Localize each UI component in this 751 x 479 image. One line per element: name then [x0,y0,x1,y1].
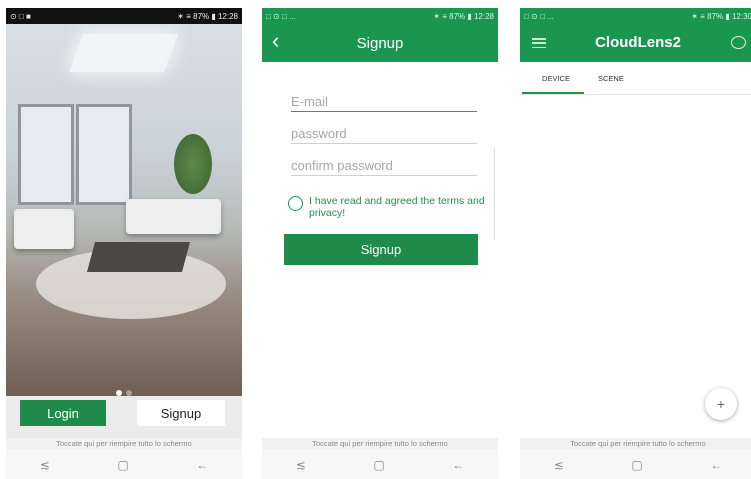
status-left: ⊙ □ ■ [10,11,31,21]
confirm-password-field[interactable] [291,156,477,176]
login-button[interactable]: Login [20,400,106,426]
tab-scene[interactable]: SCENE [598,74,624,83]
add-device-button[interactable]: + [705,388,737,420]
signup-submit-button[interactable]: Signup [284,234,478,265]
email-field[interactable] [291,92,477,112]
system-nav-bar: ≲ ▢ ← [262,451,498,479]
back-icon[interactable]: ← [452,458,464,472]
coffee-table [86,242,191,272]
status-bar: ⊙ □ ■ ✶ ≡ 87% ▮ 12:28 [6,8,242,24]
status-right: ✶ ≡ 87% ▮ 12:30 [691,11,751,21]
home-icon[interactable]: ▢ [373,458,384,472]
back-icon[interactable]: ← [196,458,208,472]
terms-agreement: I have read and agreed the terms and pri… [288,195,488,219]
tab-bar: DEVICE SCENE [520,62,751,95]
app-title: CloudLens2 [595,34,681,51]
status-bar: □ ⊙ □ ... ✶ ≡ 87% ▮ 12:30 [520,8,751,24]
signup-button[interactable]: Signup [137,400,225,426]
tab-device[interactable]: DEVICE [530,74,582,83]
home-icon[interactable]: ▢ [631,458,642,472]
system-nav-bar: ≲ ▢ ← [6,451,242,479]
status-left: □ ⊙ □ ... [266,11,296,21]
ceiling-light [69,34,178,72]
window [18,104,74,205]
system-nav-bar: ≲ ▢ ← [520,451,751,479]
sofa [14,209,74,249]
signup-header: ‹ Signup [262,24,498,62]
fullscreen-hint[interactable]: Toccate qui per riempire tutto lo scherm… [6,438,242,450]
recent-apps-icon[interactable]: ≲ [40,458,50,472]
recent-apps-icon[interactable]: ≲ [296,458,306,472]
recent-apps-icon[interactable]: ≲ [554,458,564,472]
sofa [126,199,221,234]
app-header: CloudLens2 [520,24,751,62]
back-icon[interactable]: ← [710,458,722,472]
password-field[interactable] [291,124,477,144]
window [76,104,132,205]
living-room-photo [6,24,242,396]
status-right: ✶ ≡ 87% ▮ 12:28 [177,11,238,21]
terms-radio[interactable] [288,196,303,211]
page-title: Signup [356,35,404,52]
status-right: ✶ ≡ 87% ▮ 12:28 [433,11,494,21]
device-list-screen: □ ⊙ □ ... ✶ ≡ 87% ▮ 12:30 CloudLens2 DEV… [520,8,751,479]
chat-icon[interactable] [731,36,746,49]
fullscreen-hint[interactable]: Toccate qui per riempire tutto lo scherm… [520,438,751,450]
terms-label[interactable]: I have read and agreed the terms and pri… [309,195,488,219]
plant [174,134,212,194]
signup-screen: □ ⊙ □ ... ✶ ≡ 87% ▮ 12:28 ‹ Signup I hav… [262,8,498,479]
fullscreen-hint[interactable]: Toccate qui per riempire tutto lo scherm… [262,438,498,450]
status-bar: □ ⊙ □ ... ✶ ≡ 87% ▮ 12:28 [262,8,498,24]
status-left: □ ⊙ □ ... [524,11,554,21]
scrollbar[interactable] [494,148,495,240]
active-tab-indicator [522,92,584,94]
home-icon[interactable]: ▢ [117,458,128,472]
welcome-screen: ⊙ □ ■ ✶ ≡ 87% ▮ 12:28 Login Signup Tocca… [6,8,242,479]
